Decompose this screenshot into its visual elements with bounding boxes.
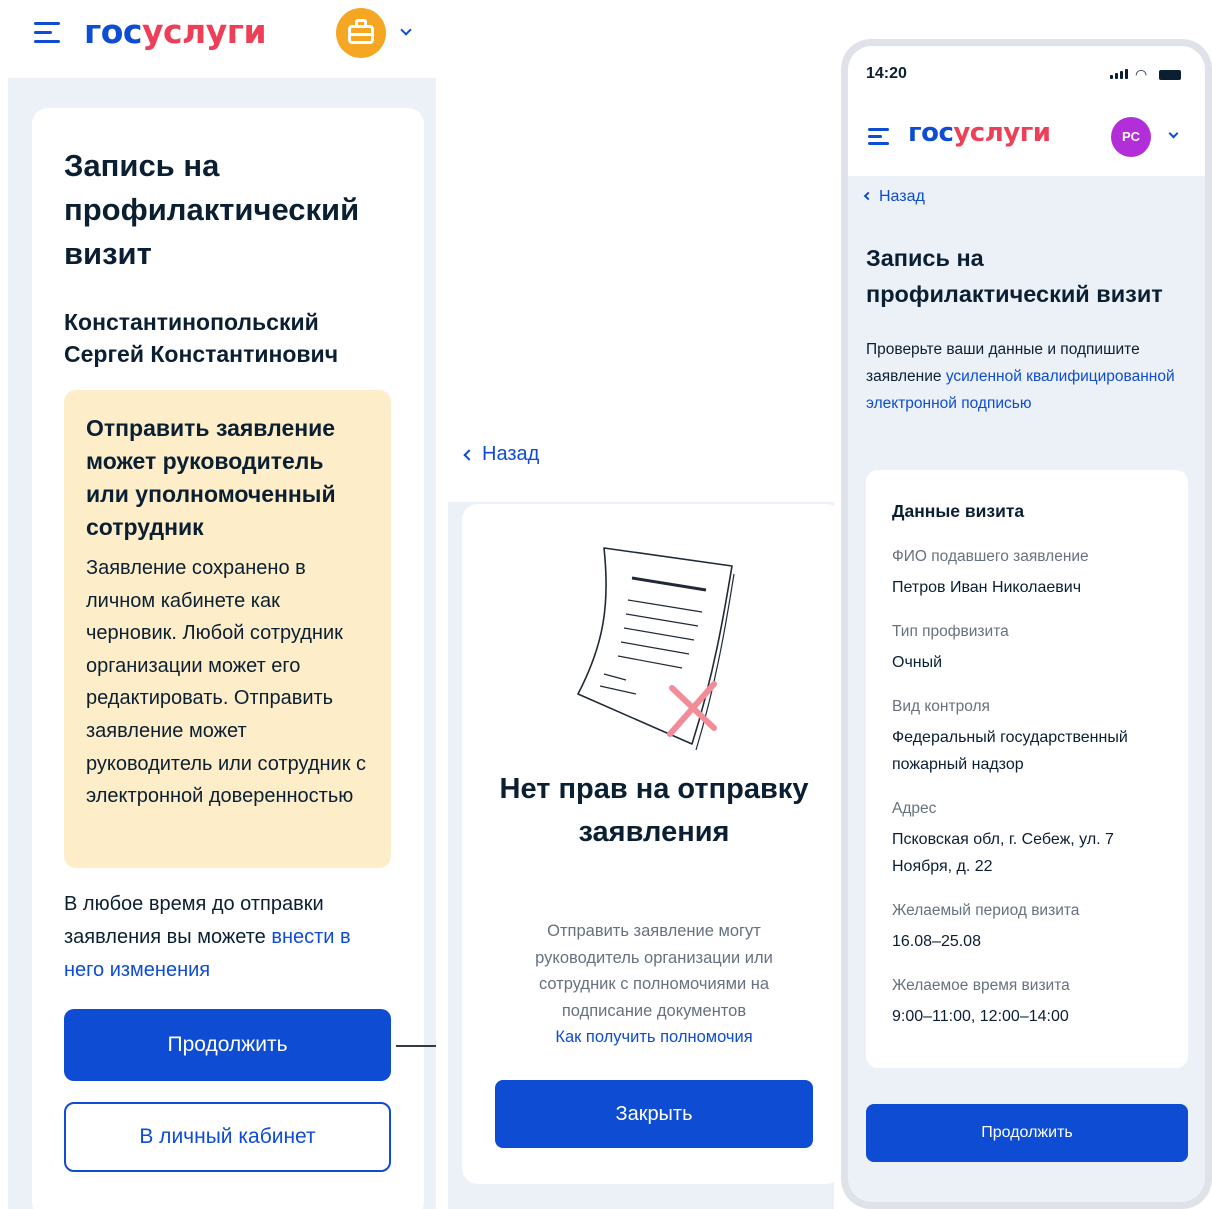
- field-label: Вид контроля: [892, 698, 990, 715]
- avatar[interactable]: PC: [1111, 117, 1151, 157]
- header: 14:20 ◠ госуслуги PC: [848, 46, 1205, 176]
- wifi-icon: ◠: [1135, 66, 1148, 82]
- continue-button[interactable]: Продолжить: [866, 1104, 1188, 1162]
- back-link[interactable]: Назад: [863, 188, 925, 206]
- chevron-down-icon[interactable]: [400, 24, 412, 36]
- back-link[interactable]: Назад: [482, 443, 539, 466]
- get-permissions-link[interactable]: Как получить полномочия: [502, 1024, 806, 1051]
- screen-draft-saved: госуслуги Запись на профилактический виз…: [8, 0, 436, 1209]
- field-label: Желаемый период визита: [892, 902, 1080, 919]
- field-value: 16.08–25.08: [892, 933, 981, 950]
- warning-notice: Отправить заявление может руководитель и…: [64, 390, 391, 868]
- content-card: Запись на профилактический визит Констан…: [32, 108, 424, 1209]
- page-title: Запись на профилактический визит: [866, 245, 1163, 307]
- status-time: 14:20: [866, 65, 907, 82]
- rejected-document-icon: [577, 547, 735, 751]
- no-rights-title: Нет прав на отправку заявления: [499, 773, 809, 848]
- flow-connector: [396, 1045, 436, 1047]
- field-label: Адрес: [892, 800, 937, 817]
- close-button[interactable]: Закрыть: [495, 1080, 813, 1148]
- gosuslugi-logo[interactable]: госуслуги: [908, 118, 1051, 148]
- chevron-left-icon: [863, 191, 873, 201]
- applicant-name: Константинопольский Сергей Константинови…: [64, 309, 339, 367]
- field-value: Псковская обл, г. Себеж, ул. 7 Ноября, д…: [892, 831, 1114, 875]
- edit-hint: В любое время до отправки заявления вы м…: [64, 893, 351, 981]
- field-value: Петров Иван Николаевич: [892, 579, 1082, 596]
- phone-frame: 14:20 ◠ госуслуги PC Назад Запись на про…: [841, 39, 1212, 1209]
- burger-menu-icon[interactable]: [868, 128, 889, 145]
- screen-visit-review: 14:20 ◠ госуслуги PC Назад Запись на про…: [848, 46, 1205, 1202]
- field-label: ФИО подавшего заявление: [892, 548, 1089, 565]
- screen-no-rights: Назад Нет прав на отправку заявления Отп…: [448, 424, 834, 1209]
- header: госуслуги: [8, 0, 436, 78]
- page-title: Запись на профилактический визит: [64, 148, 360, 271]
- burger-menu-icon[interactable]: [34, 22, 60, 44]
- continue-button[interactable]: Продолжить: [64, 1009, 391, 1081]
- personal-cabinet-button[interactable]: В личный кабинет: [64, 1102, 391, 1172]
- battery-icon: [1159, 70, 1181, 80]
- back-bar: Назад: [448, 424, 834, 502]
- field-value: 9:00–11:00, 12:00–14:00: [892, 1008, 1069, 1025]
- warning-body: Заявление сохранено в личном кабинете ка…: [86, 557, 367, 808]
- chevron-down-icon[interactable]: [1168, 128, 1179, 139]
- no-rights-description: Отправить заявление могут руководитель о…: [502, 918, 806, 1051]
- field-value: Очный: [892, 654, 943, 671]
- intro-text: Проверьте ваши данные и подпишите заявле…: [866, 341, 1175, 412]
- field-label: Тип профвизита: [892, 623, 1009, 640]
- warning-title: Отправить заявление может руководитель и…: [86, 415, 336, 540]
- field-value: Федеральный государственный пожарный над…: [892, 729, 1128, 773]
- card-title: Данные визита: [892, 501, 1025, 521]
- chevron-left-icon: [463, 449, 475, 461]
- gosuslugi-logo[interactable]: госуслуги: [84, 12, 267, 51]
- field-label: Желаемое время визита: [892, 977, 1070, 994]
- no-rights-card: Нет прав на отправку заявления Отправить…: [462, 504, 834, 1184]
- signal-icon: [1110, 69, 1130, 79]
- visit-data-card: Данные визита ФИО подавшего заявление Пе…: [866, 470, 1188, 1068]
- briefcase-icon[interactable]: [336, 8, 386, 58]
